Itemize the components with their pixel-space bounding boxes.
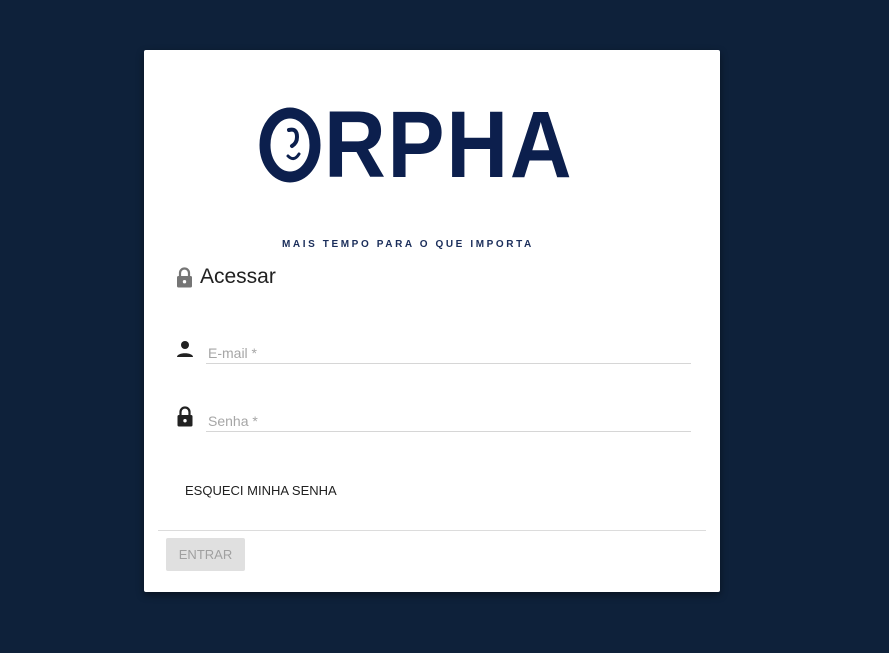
access-heading: Acessar — [176, 263, 276, 291]
orpha-logo: RPHA MAIS TEMPO PARA O QUE IMPORTA — [255, 92, 607, 250]
logo-tagline: MAIS TEMPO PARA O QUE IMPORTA — [282, 239, 534, 250]
password-input[interactable] — [206, 400, 691, 432]
forgot-password-link[interactable]: ESQUECI MINHA SENHA — [185, 483, 337, 498]
logo-o-face-icon — [259, 107, 321, 183]
email-input[interactable] — [206, 332, 691, 364]
logo-letters: RPHA — [324, 92, 574, 198]
person-icon — [177, 341, 193, 357]
login-card: RPHA MAIS TEMPO PARA O QUE IMPORTA Acess… — [144, 50, 720, 592]
page-title: Acessar — [200, 265, 276, 288]
divider — [158, 530, 706, 531]
email-field-row — [176, 332, 691, 366]
submit-button[interactable]: ENTRAR — [166, 538, 245, 571]
logo-wordmark: RPHA — [255, 92, 607, 198]
lock-icon — [177, 266, 192, 287]
lock-icon — [177, 406, 193, 427]
password-field-row — [176, 400, 691, 434]
